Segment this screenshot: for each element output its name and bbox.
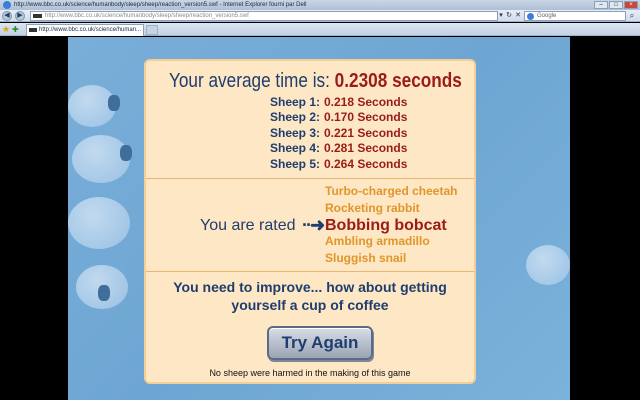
divider [146, 178, 474, 179]
close-window-button[interactable]: × [624, 1, 638, 9]
try-again-button[interactable]: Try Again [267, 326, 373, 360]
window-title: http://www.bbc.co.uk/science/humanbody/s… [14, 2, 307, 8]
disclaimer-text: No sheep were harmed in the making of th… [209, 368, 411, 378]
sheep-time-value: 0.221 Seconds [324, 126, 408, 140]
sheep-decoration [526, 245, 570, 285]
search-button[interactable]: ⌕ [627, 11, 637, 21]
forward-button[interactable]: ▶ [15, 11, 25, 21]
back-button[interactable]: ◀ [2, 11, 12, 21]
sheep-time-label: Sheep 4: [269, 141, 320, 155]
stop-button[interactable]: ✕ [513, 11, 523, 21]
sheep-decoration [68, 197, 130, 249]
rating-option: Rocketing rabbit [325, 201, 420, 215]
sheep-time-label: Sheep 1: [269, 95, 320, 109]
bbc-tab-icon [29, 28, 37, 32]
bbc-site-icon [33, 14, 42, 18]
tab-bbc-reaction-game[interactable]: http://www.bbc.co.uk/science/human... [26, 24, 144, 36]
current-rating: Bobbing bobcat [325, 217, 447, 234]
sheep-time-value: 0.218 Seconds [324, 95, 408, 109]
search-input[interactable]: Google [524, 11, 626, 21]
sheep-time-value: 0.281 Seconds [324, 141, 408, 155]
sheep-head-decoration [98, 285, 110, 301]
improve-message: You need to improve... how about getting… [173, 279, 447, 313]
rating-option: Ambling armadillo [325, 234, 430, 248]
address-bar[interactable]: http://www.bbc.co.uk/science/humanbody/s… [30, 11, 498, 21]
sheep-head-decoration [108, 95, 120, 111]
average-value: 0.2308 seconds [334, 70, 462, 92]
minimize-button[interactable]: – [594, 1, 608, 9]
average-label: Your average time is: [168, 70, 330, 92]
sheep-time-value: 0.264 Seconds [324, 157, 408, 171]
favorites-star-icon[interactable]: ★ [2, 25, 10, 34]
window-controls: – □ × [594, 1, 638, 9]
rating-option: Sluggish snail [325, 251, 407, 265]
search-placeholder: Google [537, 13, 557, 19]
internet-explorer-icon [3, 1, 11, 9]
sheep-time-label: Sheep 5: [269, 157, 320, 171]
divider [146, 271, 474, 272]
rated-label: You are rated [200, 217, 296, 234]
maximize-button[interactable]: □ [609, 1, 623, 9]
sheep-time-label: Sheep 2: [269, 110, 320, 124]
navigation-bar: ◀ ▶ http://www.bbc.co.uk/science/humanbo… [0, 10, 640, 22]
tab-bar: ★ ✚ http://www.bbc.co.uk/science/human..… [0, 23, 640, 36]
sheep-time-label: Sheep 3: [269, 126, 320, 140]
arrow-right-icon: ··➜ [302, 215, 325, 235]
address-text: http://www.bbc.co.uk/science/humanbody/s… [45, 13, 249, 19]
average-time: Your average time is: 0.2308 seconds [168, 68, 462, 94]
rating-option: Turbo-charged cheetah [325, 184, 458, 198]
sheep-head-decoration [120, 145, 132, 161]
add-favorite-icon[interactable]: ✚ [12, 25, 19, 34]
sheep-time-value: 0.170 Seconds [324, 110, 408, 124]
new-tab-button[interactable] [146, 25, 158, 35]
window-titlebar: http://www.bbc.co.uk/science/humanbody/s… [0, 0, 640, 10]
google-icon [527, 13, 534, 20]
tab-label: http://www.bbc.co.uk/science/human... [39, 27, 142, 33]
